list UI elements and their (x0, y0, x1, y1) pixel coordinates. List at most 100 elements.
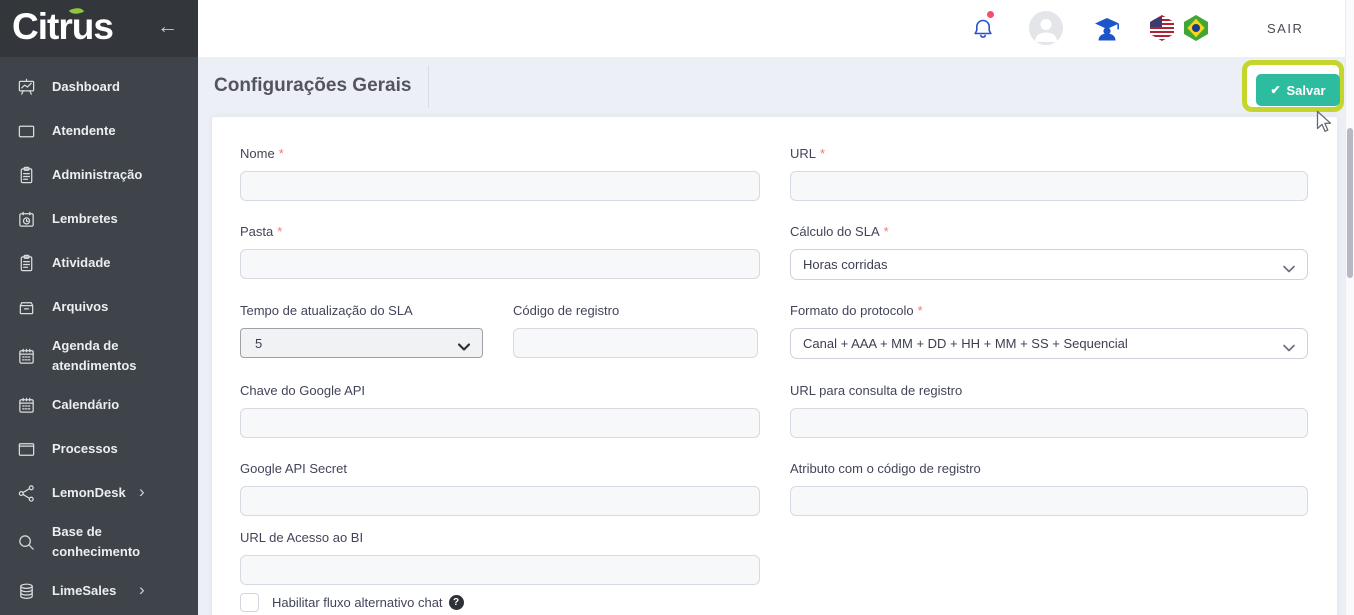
sidebar-item-label: Dashboard (52, 77, 174, 97)
settings-form-card: Nome* URL* Pasta* Cálculo do SLA* Horas … (212, 117, 1337, 615)
sidebar-item-label: Lembretes (52, 209, 174, 229)
habilitar-fluxo-checkbox[interactable] (240, 593, 259, 612)
sidebar-item-label: Agenda de atendimentos (52, 336, 174, 376)
nome-input[interactable] (240, 171, 760, 201)
calculo-sla-select[interactable]: Horas corridas (790, 249, 1308, 280)
coins-icon (17, 582, 36, 601)
sidebar-item-label: Calendário (52, 395, 174, 415)
sidebar-item-label: LemonDesk (52, 483, 174, 503)
codigo-registro-input[interactable] (513, 328, 758, 358)
required-marker: * (918, 303, 923, 318)
sidebar-nav: Dashboard Atendente Administração Lembre… (0, 57, 198, 613)
share-nodes-icon (17, 484, 36, 503)
field-label: URL de Acesso ao BI (240, 530, 760, 545)
academy-icon[interactable] (1094, 17, 1120, 41)
field-label: URL* (790, 146, 1308, 161)
sidebar-item-atividade[interactable]: Atividade (0, 241, 198, 285)
selected-value: Canal + AAA + MM + DD + HH + MM + SS + S… (803, 336, 1128, 351)
url-acesso-bi-input[interactable] (240, 555, 760, 585)
logo-area: Citrus ← (0, 0, 198, 57)
sidebar-item-atendente[interactable]: Atendente (0, 109, 198, 153)
formato-protocolo-select[interactable]: Canal + AAA + MM + DD + HH + MM + SS + S… (790, 328, 1308, 359)
sidebar-item-processos[interactable]: Processos (0, 427, 198, 471)
field-label: Cálculo do SLA* (790, 224, 1308, 239)
sidebar-item-base-de-conhecimento[interactable]: Base de conhecimento (0, 515, 198, 569)
chevron-right-icon: › (139, 482, 145, 502)
clipboard-icon (17, 254, 36, 273)
sidebar-item-limesales[interactable]: LimeSales › (0, 569, 198, 613)
brand-logo: Citrus (12, 6, 113, 48)
required-marker: * (820, 146, 825, 161)
sidebar-item-label: Atividade (52, 253, 174, 273)
scrollbar-track[interactable] (1345, 0, 1354, 615)
field-chave-google-api: Chave do Google API (240, 383, 760, 438)
help-icon[interactable]: ? (449, 595, 464, 610)
chevron-down-icon (1283, 340, 1295, 348)
tempo-atualizacao-sla-select[interactable]: 5 (240, 328, 483, 358)
page-title: Configurações Gerais (214, 75, 411, 97)
google-api-secret-input[interactable] (240, 486, 760, 516)
field-atributo-codigo-registro: Atributo com o código de registro (790, 461, 1308, 516)
field-url-consulta-registro: URL para consulta de registro (790, 383, 1308, 438)
flag-us-canton (1150, 17, 1162, 27)
sidebar-item-label: LimeSales (52, 581, 174, 601)
sidebar-item-label: Atendente (52, 121, 174, 141)
atributo-codigo-registro-input[interactable] (790, 486, 1308, 516)
url-consulta-registro-input[interactable] (790, 408, 1308, 438)
sidebar-item-calendario[interactable]: Calendário (0, 383, 198, 427)
scrollbar-thumb[interactable] (1347, 128, 1353, 278)
sidebar-item-label: Arquivos (52, 297, 174, 317)
selected-value: Horas corridas (803, 257, 888, 272)
field-nome: Nome* (240, 146, 760, 201)
field-pasta: Pasta* (240, 224, 760, 279)
sidebar-item-agenda-de-atendimentos[interactable]: Agenda de atendimentos (0, 329, 198, 383)
sidebar-item-label: Administração (52, 165, 174, 185)
field-codigo-registro: Código de registro (513, 303, 758, 358)
sidebar-item-label: Processos (52, 439, 174, 459)
selected-value: 5 (255, 336, 262, 351)
url-input[interactable] (790, 171, 1308, 201)
monitor-icon (17, 122, 36, 141)
sidebar-item-label: Base de conhecimento (52, 522, 174, 562)
field-label: Formato do protocolo* (790, 303, 1308, 318)
save-button-highlight: ✔ Salvar (1242, 60, 1344, 112)
topbar: SAIR (198, 0, 1354, 57)
field-url-acesso-bi: URL de Acesso ao BI (240, 530, 760, 585)
window-icon (17, 440, 36, 459)
field-label: Pasta* (240, 224, 760, 239)
calendar-icon (17, 396, 36, 415)
notification-bell-icon[interactable] (971, 16, 995, 42)
flag-us-icon[interactable] (1150, 15, 1174, 41)
field-label: Código de registro (513, 303, 758, 318)
field-habilitar-fluxo-alternativo-chat: Habilitar fluxo alternativo chat ? (240, 593, 464, 612)
page-header: Configurações Gerais ✔ Salvar (198, 57, 1354, 117)
header-divider (428, 66, 429, 108)
pasta-input[interactable] (240, 249, 760, 279)
required-marker: * (277, 224, 282, 239)
check-icon: ✔ (1270, 83, 1280, 97)
calendar-clock-icon (17, 210, 36, 229)
sidebar-item-administracao[interactable]: Administração (0, 153, 198, 197)
sidebar: Citrus ← Dashboard Atendente Administraç… (0, 0, 198, 615)
sidebar-item-dashboard[interactable]: Dashboard (0, 65, 198, 109)
required-marker: * (884, 224, 889, 239)
sidebar-collapse-button[interactable]: ← (157, 15, 178, 39)
field-label: URL para consulta de registro (790, 383, 1308, 398)
field-calculo-sla: Cálculo do SLA* Horas corridas (790, 224, 1308, 280)
field-label: Tempo de atualização do SLA (240, 303, 483, 318)
sidebar-item-lembretes[interactable]: Lembretes (0, 197, 198, 241)
archive-icon (17, 298, 36, 317)
flag-br-icon[interactable] (1184, 15, 1208, 41)
field-formato-protocolo: Formato do protocolo* Canal + AAA + MM +… (790, 303, 1308, 359)
chevron-right-icon: › (139, 580, 145, 600)
logout-button[interactable]: SAIR (1267, 21, 1303, 36)
sidebar-item-lemondesk[interactable]: LemonDesk › (0, 471, 198, 515)
sidebar-item-arquivos[interactable]: Arquivos (0, 285, 198, 329)
field-label: Google API Secret (240, 461, 760, 476)
chave-google-api-input[interactable] (240, 408, 760, 438)
chevron-down-icon (458, 339, 470, 347)
user-avatar[interactable] (1029, 11, 1063, 45)
chevron-down-icon (1283, 261, 1295, 269)
save-button[interactable]: ✔ Salvar (1256, 74, 1340, 106)
search-icon (17, 533, 36, 552)
